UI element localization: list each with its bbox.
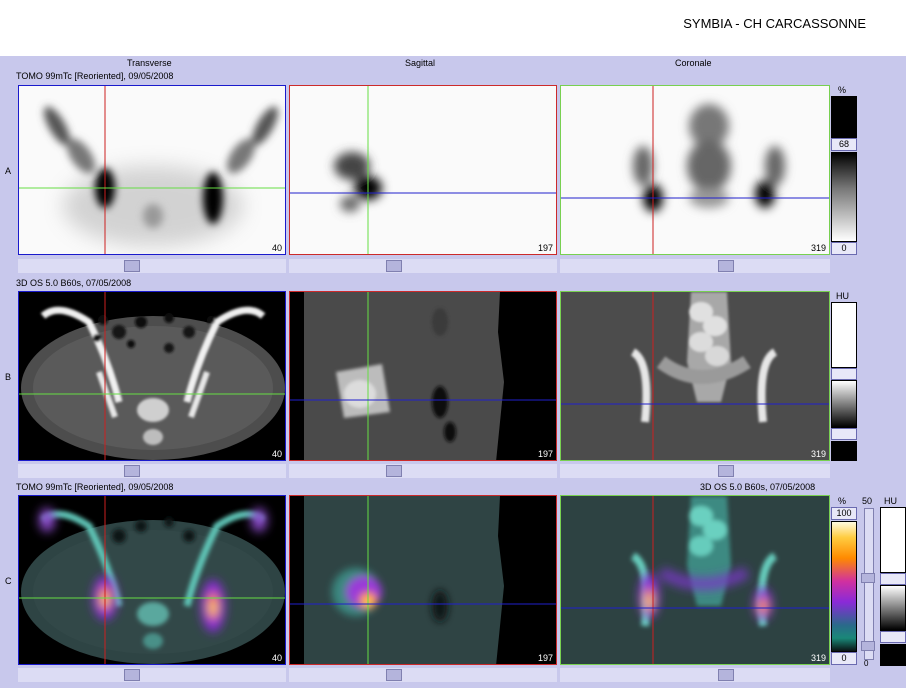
viewport-c-coronal[interactable]: 319 [560,495,830,665]
scale-a-level[interactable]: 68 [831,138,857,151]
slider-thumb[interactable] [124,465,140,477]
slice-slider-c-transverse[interactable] [18,668,286,682]
scale-a-gradient[interactable] [831,152,857,242]
scale-b-upper-handle[interactable] [831,368,857,380]
row-label-b: B [5,372,12,382]
scale-a-unit: % [838,85,847,95]
slider-thumb[interactable] [386,260,402,272]
viewport-b-transverse[interactable]: 40 [18,291,286,461]
slice-number: 197 [537,243,553,253]
row-label-c: C [5,576,12,586]
viewer-workspace: Transverse Sagittal Coronale TOMO 99mTc … [0,56,906,688]
series-label-row-c-ct: 3D OS 5.0 B60s, 07/05/2008 [700,482,816,492]
scale-c-pet-unit: % [838,496,847,506]
scale-c-window-track[interactable] [861,508,875,660]
scale-a-top [831,96,857,144]
scale-c-ct-bottom [880,644,906,666]
scale-c-ct-upper-handle[interactable] [880,573,906,585]
slice-slider-a-sagittal[interactable] [289,259,557,273]
slice-number: 319 [810,449,826,459]
slice-slider-b-sagittal[interactable] [289,464,557,478]
scale-b-gradient[interactable] [831,380,857,428]
slice-number: 40 [271,243,282,253]
slice-number: 319 [810,653,826,663]
scale-b-lower-handle[interactable] [831,428,857,440]
slider-thumb[interactable] [718,260,734,272]
slice-slider-b-transverse[interactable] [18,464,286,478]
slider-thumb[interactable] [124,669,140,681]
scale-c-ct-top [880,507,906,573]
viewport-c-sagittal[interactable]: 197 [289,495,557,665]
series-label-row-a: TOMO 99mTc [Reoriented], 09/05/2008 [16,71,174,81]
scale-a-min[interactable]: 0 [831,242,857,255]
slice-number: 197 [537,449,553,459]
scale-c-pet-min[interactable]: 0 [831,652,857,665]
scale-c-window-min: 0 [864,659,869,668]
slider-thumb[interactable] [124,260,140,272]
scale-b-bottom [831,441,857,461]
viewport-a-coronal[interactable]: 319 [560,85,830,255]
slice-slider-b-coronal[interactable] [560,464,830,478]
column-header-sagittal: Sagittal [405,58,436,68]
column-header-transverse: Transverse [127,58,172,68]
viewport-b-sagittal[interactable]: 197 [289,291,557,461]
scale-b-top [831,302,857,368]
slice-number: 40 [271,653,282,663]
app-title: SYMBIA - CH CARCASSONNE [683,16,866,31]
column-header-coronal: Coronale [675,58,712,68]
viewport-a-sagittal[interactable]: 197 [289,85,557,255]
scale-c-ct-gradient[interactable] [880,585,906,631]
slider-thumb[interactable] [718,669,734,681]
scale-c-ct-unit: HU [884,496,897,506]
slice-number: 319 [810,243,826,253]
series-label-row-c: TOMO 99mTc [Reoriented], 09/05/2008 [16,482,174,492]
slice-slider-a-transverse[interactable] [18,259,286,273]
scale-b-unit: HU [836,291,849,301]
slice-number: 197 [537,653,553,663]
scale-c-window-max: 50 [862,496,873,506]
slider-thumb[interactable] [386,465,402,477]
slider-thumb[interactable] [386,669,402,681]
viewport-c-transverse[interactable]: 40 [18,495,286,665]
window-thumb-upper[interactable] [861,573,875,583]
slice-slider-a-coronal[interactable] [560,259,830,273]
slice-number: 40 [271,449,282,459]
scale-c-pet-max[interactable]: 100 [831,507,857,520]
row-label-a: A [5,166,12,176]
slider-thumb[interactable] [718,465,734,477]
viewport-b-coronal[interactable]: 319 [560,291,830,461]
series-label-row-b: 3D OS 5.0 B60s, 07/05/2008 [16,278,132,288]
slice-slider-c-coronal[interactable] [560,668,830,682]
scale-c-pet-gradient[interactable] [831,521,857,652]
window-thumb-lower[interactable] [861,641,875,651]
slice-slider-c-sagittal[interactable] [289,668,557,682]
viewport-a-transverse[interactable]: 40 [18,85,286,255]
scale-c-ct-lower-handle[interactable] [880,631,906,643]
header-bar: SYMBIA - CH CARCASSONNE [0,0,906,56]
